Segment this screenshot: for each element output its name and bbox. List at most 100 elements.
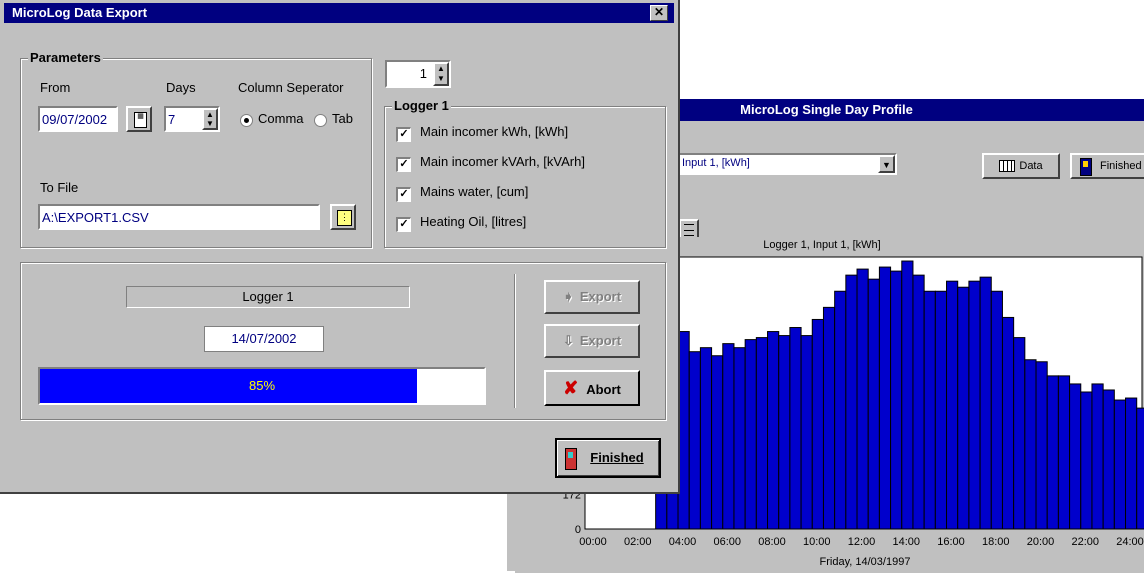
chart-bar: [1013, 337, 1026, 530]
chart-bar: [990, 290, 1003, 530]
chart-bar: [934, 290, 948, 530]
chart-x-tick: 12:00: [848, 536, 876, 548]
chart-bar: [878, 266, 892, 530]
days-label: Days: [166, 80, 196, 95]
channel-label-4: Heating Oil, [litres]: [420, 214, 527, 229]
chart-bar: [722, 343, 735, 530]
status-date-box: 14/07/2002: [204, 326, 324, 352]
finished-button-label: Finished: [590, 450, 644, 465]
data-button[interactable]: Data: [982, 153, 1060, 179]
to-file-value: A:\EXPORT1.CSV: [42, 210, 149, 225]
profile-finished-label: Finished: [1100, 160, 1142, 172]
parameters-group-label: Parameters: [28, 50, 103, 65]
days-stepper[interactable]: 7 ▲ ▼: [164, 106, 220, 132]
days-value: 7: [168, 112, 176, 127]
from-label: From: [40, 80, 71, 95]
channel-checkbox-4[interactable]: ✓: [396, 217, 411, 232]
from-date-field[interactable]: 09/07/2002: [38, 106, 118, 132]
to-file-label: To File: [40, 180, 79, 195]
channel-checkbox-2[interactable]: ✓: [396, 157, 411, 172]
close-button[interactable]: ✕: [650, 5, 668, 21]
browse-file-button[interactable]: ⋮: [330, 204, 356, 230]
chart-x-label: Friday, 14/03/1997: [820, 556, 911, 568]
chart-bar: [1057, 375, 1071, 530]
progress-text: 85%: [248, 378, 276, 393]
chart-x-tick: 06:00: [713, 536, 741, 548]
view-toggle-button[interactable]: [679, 219, 699, 239]
separator-label: Column Seperator: [238, 80, 344, 95]
logger-number-stepper[interactable]: 1 ▲ ▼: [385, 60, 451, 88]
chart-bar: [979, 276, 992, 530]
door-icon: [1080, 158, 1092, 176]
chart-bar: [688, 351, 701, 530]
chart-x-tick: 08:00: [758, 536, 786, 548]
chart-bar: [1024, 359, 1037, 530]
chart-x-tick: 18:00: [982, 536, 1010, 548]
chart-bar: [755, 337, 769, 530]
table-icon: [999, 160, 1016, 173]
progress-bar: 85%: [38, 367, 486, 405]
spin-up-icon[interactable]: ▲: [435, 64, 447, 74]
chart-bar: [711, 355, 724, 530]
chart-bar: [1046, 375, 1059, 530]
channel-label-1: Main incomer kWh, [kWh]: [420, 124, 569, 139]
export-button-2[interactable]: ⇩ Export: [544, 324, 640, 358]
list-icon: [684, 224, 694, 236]
chart-bar: [957, 286, 970, 530]
chevron-down-icon[interactable]: ▼: [878, 155, 895, 173]
from-date-value: 09/07/2002: [42, 112, 108, 127]
chart-x-tick: 00:00: [579, 536, 607, 548]
chart-x-tick: 04:00: [669, 536, 697, 548]
logger-spin-arrows[interactable]: ▲ ▼: [433, 62, 449, 86]
chart-bar: [856, 268, 869, 530]
channel-checkbox-3[interactable]: ✓: [396, 187, 411, 202]
chart-bar: [1001, 316, 1015, 530]
status-date-text: 14/07/2002: [231, 331, 297, 346]
chart-y-tick: 0: [575, 524, 581, 536]
calendar-button[interactable]: ▦: [126, 106, 152, 132]
chart-bar: [800, 335, 813, 530]
tab-radio[interactable]: [314, 114, 327, 127]
comma-radio[interactable]: [240, 114, 253, 127]
chart-bar: [811, 318, 824, 530]
export-dialog-titlebar: MicroLog Data Export ✕: [4, 3, 674, 23]
channel-select[interactable]: Input 1, [kWh] ▼: [677, 153, 897, 175]
logger-number-value: 1: [419, 66, 427, 81]
spin-down-icon[interactable]: ▼: [204, 119, 216, 128]
status-logger-text: Logger 1: [242, 289, 294, 304]
export-button-1[interactable]: ➧ Export: [544, 280, 640, 314]
channel-checkbox-1[interactable]: ✓: [396, 127, 411, 142]
status-divider: [514, 274, 516, 408]
chart-bar: [968, 280, 981, 530]
chart-bar: [1069, 383, 1082, 530]
channel-label-2: Main incomer kVArh, [kVArh]: [420, 154, 585, 169]
chart-bar: [1102, 389, 1115, 530]
logger-group-label: Logger 1: [392, 98, 451, 113]
days-spin-arrows[interactable]: ▲ ▼: [202, 108, 218, 130]
chart-x-tick: 14:00: [892, 536, 920, 548]
chart-bar: [1136, 407, 1144, 530]
chart-bar: [867, 278, 880, 530]
comma-radio-label: Comma: [258, 111, 304, 126]
profile-finished-button[interactable]: Finished: [1070, 153, 1144, 179]
to-file-field[interactable]: A:\EXPORT1.CSV: [38, 204, 320, 230]
export-button-2-label: Export: [579, 333, 622, 348]
chart-bar: [1035, 361, 1048, 530]
export-dialog: MicroLog Data Export ✕ Parameters From 0…: [0, 0, 680, 494]
spin-down-icon[interactable]: ▼: [435, 74, 447, 84]
chart-x-tick: 20:00: [1027, 536, 1055, 548]
spin-up-icon[interactable]: ▲: [204, 110, 216, 119]
abort-x-icon: ✘: [563, 378, 579, 398]
chart-bar: [890, 270, 903, 530]
exit-door-icon: [565, 448, 577, 470]
abort-button[interactable]: ✘ Abort: [544, 370, 640, 406]
channel-label-3: Mains water, [cum]: [420, 184, 529, 199]
chart-bar: [1113, 399, 1127, 530]
chart-bar: [901, 260, 914, 530]
export-button-1-label: Export: [579, 289, 622, 304]
chart-bar: [1125, 397, 1138, 530]
chart-bar: [699, 347, 713, 530]
finished-button[interactable]: Finished: [555, 438, 661, 478]
export-down-icon: ⇩: [562, 333, 574, 348]
chart-x-tick: 24:00: [1116, 536, 1144, 548]
